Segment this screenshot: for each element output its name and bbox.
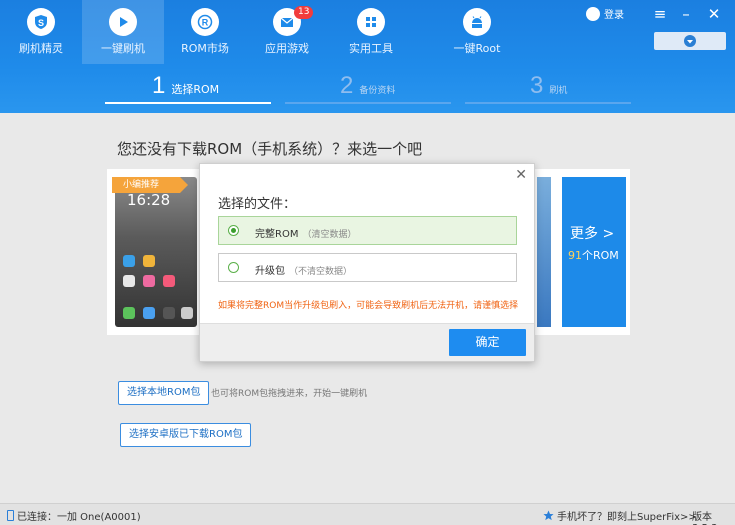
rom-card-recommended[interactable]: 16:28 — [115, 177, 197, 327]
nav-label: 实用工具 — [349, 42, 393, 55]
download-icon — [684, 35, 696, 47]
option-label: 升级包 （不清空数据） — [255, 262, 352, 277]
radio-button[interactable] — [228, 262, 239, 273]
option-note: （清空数据） — [302, 230, 357, 240]
option-note: （不清空数据） — [289, 267, 353, 277]
close-window-icon[interactable]: ✕ — [706, 5, 722, 23]
app-icon — [123, 255, 135, 267]
step-label: 刷机 — [549, 86, 568, 96]
phone-time: 16:28 — [127, 191, 171, 209]
version-label: 版本3.5.3 — [692, 512, 717, 525]
more-roms-button[interactable]: 更多 > 91个ROM — [562, 177, 626, 327]
warning-text: 如果将完整ROM当作升级包刷入，可能会导致刷机后无法开机，请谨慎选择 — [218, 301, 519, 311]
option-title: 升级包 — [255, 266, 285, 277]
nav-item-one-click-root[interactable]: 一键Root — [436, 0, 518, 64]
nav-item-tools[interactable]: 实用工具 — [330, 0, 412, 64]
svg-text:S: S — [38, 18, 44, 28]
nav-label: 一键Root — [453, 42, 501, 55]
drag-hint: 也可将ROM包拖拽进来，开始一键刷机 — [211, 389, 368, 399]
app-icon — [143, 275, 155, 287]
confirm-button[interactable]: 确定 — [449, 329, 526, 356]
radio-button[interactable] — [228, 225, 239, 236]
option-upgrade-package[interactable]: 升级包 （不清空数据） — [218, 253, 517, 282]
step-underline — [285, 102, 451, 104]
superfix-link[interactable]: 手机坏了？即刻上SuperFix>> — [543, 508, 697, 523]
step-underline — [465, 102, 631, 104]
nav-label: 一键刷机 — [101, 42, 145, 55]
connection-text: 已连接：一加 One(A0001) — [17, 512, 141, 523]
dialog-footer: 确定 — [200, 323, 534, 361]
select-local-rom-button[interactable]: 选择本地ROM包 — [118, 381, 210, 405]
app-icon — [123, 307, 135, 319]
notification-badge: 13 — [294, 6, 314, 19]
step-label: 选择ROM — [171, 83, 220, 96]
app-icon — [123, 275, 135, 287]
step-number: 2 — [340, 72, 354, 99]
more-count: 91个ROM — [568, 247, 619, 263]
shield-s-icon: S — [27, 8, 55, 36]
option-full-rom[interactable]: 完整ROM （清空数据） — [218, 216, 517, 245]
nav-label: 刷机精灵 — [19, 42, 63, 55]
grid-icon — [357, 8, 385, 36]
app-icon — [163, 307, 175, 319]
login-label: 登录 — [604, 10, 624, 21]
more-title: 更多 > — [570, 226, 615, 242]
app-icon — [163, 275, 175, 287]
step-select-rom: 1 选择ROM — [152, 72, 219, 100]
dialog-title: 选择的文件： — [218, 197, 297, 212]
nav-label: ROM市场 — [181, 42, 229, 55]
rom-r-icon: R — [191, 8, 219, 36]
step-backup: 2 备份资料 — [340, 72, 395, 100]
app-icon — [181, 307, 193, 319]
star-icon — [543, 510, 554, 521]
top-toolbar: S 刷机精灵 一键刷机 R ROM市场 13 应用游戏 实用工具 一键Root — [0, 0, 735, 113]
step-label: 备份资料 — [359, 86, 396, 96]
nav-item-rom-market[interactable]: R ROM市场 — [164, 0, 246, 64]
login-link[interactable]: 登录 — [586, 6, 624, 21]
option-title: 完整ROM — [255, 229, 299, 240]
rom-count-number: 91 — [568, 249, 582, 262]
file-type-dialog: ✕ 选择的文件： 完整ROM （清空数据） 升级包 （不清空数据） 如果将完整ROM… — [199, 163, 535, 362]
connection-status: 已连接：一加 One(A0001) — [7, 508, 141, 523]
app-icon — [143, 307, 155, 319]
recommend-tag: 小编推荐 — [112, 177, 188, 193]
app-icon — [143, 255, 155, 267]
rom-count-unit: 个ROM — [582, 249, 619, 262]
step-number: 3 — [530, 72, 544, 99]
play-icon — [109, 8, 137, 36]
nav-item-one-click-flash[interactable]: 一键刷机 — [82, 0, 164, 64]
phone-icon — [7, 510, 14, 521]
step-flash: 3 刷机 — [530, 72, 567, 100]
minimize-icon[interactable]: – — [678, 5, 694, 23]
android-icon — [463, 8, 491, 36]
svg-text:R: R — [202, 18, 209, 28]
option-label: 完整ROM （清空数据） — [255, 225, 356, 240]
nav-item-apps-games[interactable]: 13 应用游戏 — [246, 0, 328, 64]
close-icon[interactable]: ✕ — [515, 167, 527, 183]
step-underline — [105, 102, 271, 104]
step-number: 1 — [152, 72, 166, 99]
rom-card-partial[interactable] — [537, 177, 551, 327]
superfix-text: 手机坏了？即刻上SuperFix>> — [557, 512, 697, 523]
avatar-icon — [586, 6, 600, 21]
status-bar: 已连接：一加 One(A0001) 手机坏了？即刻上SuperFix>> 版本3… — [0, 503, 735, 525]
page-prompt: 您还没有下载ROM（手机系统）？来选一个吧 — [117, 140, 423, 158]
select-android-rom-button[interactable]: 选择安卓版已下载ROM包 — [120, 423, 252, 447]
download-manager-button[interactable] — [654, 32, 726, 50]
wizard-steps: 1 选择ROM 2 备份资料 3 刷机 — [0, 66, 735, 112]
nav-item-flash-wizard[interactable]: S 刷机精灵 — [0, 0, 82, 64]
nav-label: 应用游戏 — [265, 42, 309, 55]
menu-icon[interactable]: ≡ — [652, 5, 668, 23]
